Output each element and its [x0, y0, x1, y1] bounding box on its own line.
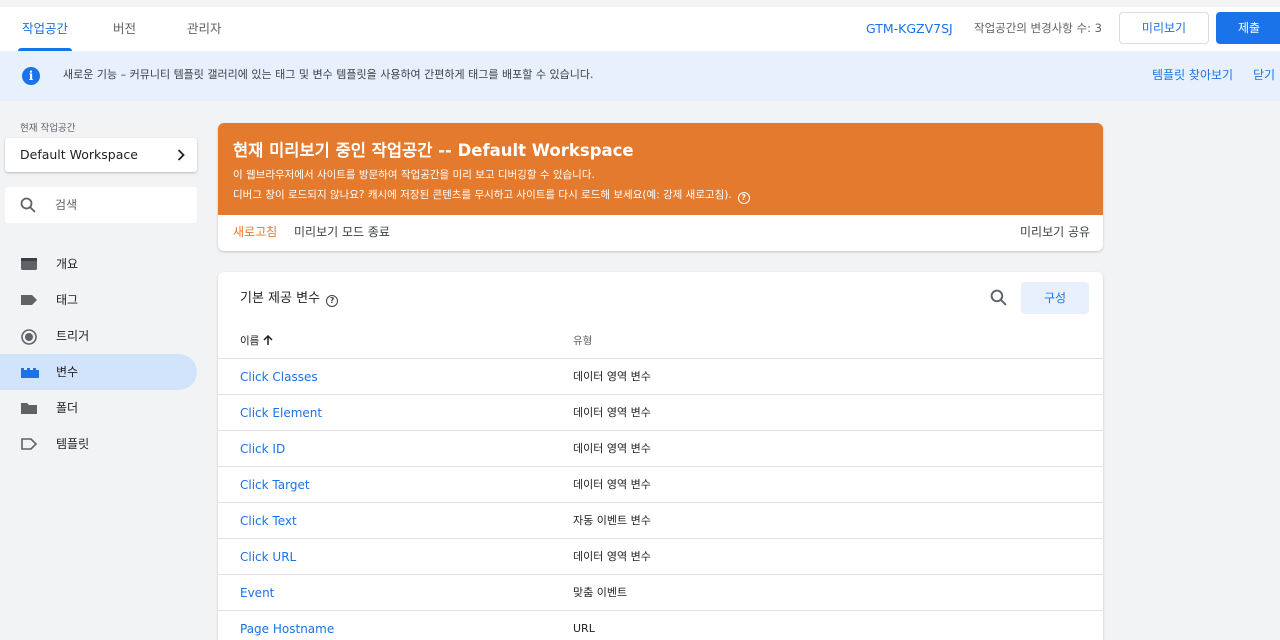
preview-header: 현재 미리보기 중인 작업공간 -- Default Workspace 이 웹…	[218, 123, 1103, 215]
sidebar-item-overview[interactable]: 개요	[0, 246, 197, 282]
tab-workspace[interactable]: 작업공간	[17, 7, 73, 51]
sidebar-item-tags[interactable]: 태그	[0, 282, 197, 318]
top-nav-bar: 작업공간 버전 관리자 GTM-KGZV7SJ 작업공간의 변경사항 수: 3 …	[0, 0, 1280, 51]
sidebar-item-label: 개요	[56, 257, 79, 271]
table-row: Page Hostname URL	[218, 610, 1103, 640]
preview-actions: 새로고침 미리보기 모드 종료 미리보기 공유	[218, 215, 1103, 251]
submit-button[interactable]: 제출	[1216, 12, 1280, 44]
variable-type: URL	[573, 622, 595, 635]
overview-icon	[21, 258, 37, 270]
variable-name-link[interactable]: Click Element	[240, 395, 322, 431]
variable-name-link[interactable]: Click URL	[240, 539, 296, 575]
sidebar-item-folders[interactable]: 폴더	[0, 390, 197, 426]
table-row: Click URL 데이터 영역 변수	[218, 538, 1103, 574]
variable-name-link[interactable]: Event	[240, 575, 274, 611]
variable-type: 데이터 영역 변수	[573, 442, 651, 455]
sidebar-item-label: 폴더	[56, 401, 79, 415]
variable-type: 맞춤 이벤트	[573, 586, 628, 599]
tab-admin[interactable]: 관리자	[187, 7, 222, 51]
preview-title: 현재 미리보기 중인 작업공간 -- Default Workspace	[233, 141, 634, 160]
help-icon[interactable]: ?	[737, 192, 750, 204]
workspace-name: Default Workspace	[20, 147, 138, 162]
trigger-icon	[21, 329, 37, 345]
variable-type: 자동 이벤트 변수	[573, 514, 651, 527]
column-header-name-label: 이름	[240, 335, 260, 347]
chevron-right-icon	[177, 149, 185, 161]
configure-button[interactable]: 구성	[1021, 282, 1089, 314]
table-row: Click Text 자동 이벤트 변수	[218, 502, 1103, 538]
builtin-variables-title-text: 기본 제공 변수	[240, 291, 321, 306]
refresh-link[interactable]: 새로고침	[233, 215, 277, 250]
preview-description: 이 웹브라우저에서 사이트를 방문하여 작업공간을 미리 보고 디버깅할 수 있…	[233, 169, 595, 181]
table-row: Click Element 데이터 영역 변수	[218, 394, 1103, 430]
info-icon: i	[22, 67, 40, 85]
builtin-variables-card: 기본 제공 변수? 구성 이름 유형 Click Classes 데이터 영역 변…	[218, 272, 1103, 640]
sidebar-item-label: 태그	[56, 293, 79, 307]
sidebar-item-triggers[interactable]: 트리거	[0, 318, 197, 354]
preview-debug-hint: 디버그 창이 로드되지 않나요? 캐시에 저장된 콘텐츠를 무시하고 사이트를 …	[233, 187, 750, 204]
sidebar-item-label: 템플릿	[56, 437, 90, 451]
preview-mode-card: 현재 미리보기 중인 작업공간 -- Default Workspace 이 웹…	[218, 123, 1103, 251]
workspace-caption: 현재 작업공간	[20, 123, 76, 134]
template-icon	[21, 438, 37, 450]
variables-table: Click Classes 데이터 영역 변수 Click Element 데이터 …	[218, 358, 1103, 640]
variable-name-link[interactable]: Click Target	[240, 467, 310, 503]
table-row: Event 맞춤 이벤트	[218, 574, 1103, 610]
explore-templates-link[interactable]: 템플릿 찾아보기	[1152, 51, 1233, 100]
sort-arrow-up-icon	[263, 335, 273, 345]
variable-type: 데이터 영역 변수	[573, 370, 651, 383]
search-icon	[20, 197, 36, 213]
builtin-variables-title: 기본 제공 변수?	[240, 287, 339, 307]
folder-icon	[21, 403, 37, 414]
share-preview-link[interactable]: 미리보기 공유	[1020, 215, 1090, 250]
banner-message: 새로운 기능 – 커뮤니티 템플릿 갤러리에 있는 태그 및 변수 템플릿을 사…	[63, 68, 594, 81]
variable-name-link[interactable]: Page Hostname	[240, 611, 334, 640]
search-icon[interactable]	[990, 289, 1007, 306]
workspace-changes-count: 작업공간의 변경사항 수: 3	[974, 21, 1102, 35]
container-id-link[interactable]: GTM-KGZV7SJ	[866, 7, 953, 51]
sidebar-search[interactable]	[5, 187, 197, 223]
variable-name-link[interactable]: Click Classes	[240, 359, 318, 395]
workspace-selector[interactable]: Default Workspace	[5, 138, 197, 172]
search-input[interactable]	[55, 187, 191, 223]
banner-close-link[interactable]: 닫기	[1253, 51, 1275, 100]
sidebar-item-templates[interactable]: 템플릿	[0, 426, 197, 462]
info-banner: i 새로운 기능 – 커뮤니티 템플릿 갤러리에 있는 태그 및 변수 템플릿을…	[0, 51, 1280, 101]
preview-debug-hint-text: 디버그 창이 로드되지 않나요? 캐시에 저장된 콘텐츠를 무시하고 사이트를 …	[233, 189, 732, 201]
tag-icon	[21, 295, 37, 305]
variable-type: 데이터 영역 변수	[573, 406, 651, 419]
variable-name-link[interactable]: Click Text	[240, 503, 297, 539]
variable-type: 데이터 영역 변수	[573, 550, 651, 563]
variable-type: 데이터 영역 변수	[573, 478, 651, 491]
sidebar-item-variables[interactable]: 변수	[0, 354, 197, 390]
column-header-type[interactable]: 유형	[573, 324, 592, 358]
preview-button[interactable]: 미리보기	[1119, 12, 1209, 44]
table-row: Click Classes 데이터 영역 변수	[218, 358, 1103, 394]
tab-versions[interactable]: 버전	[113, 7, 136, 51]
table-row: Click Target 데이터 영역 변수	[218, 466, 1103, 502]
table-row: Click ID 데이터 영역 변수	[218, 430, 1103, 466]
exit-preview-link[interactable]: 미리보기 모드 종료	[294, 215, 390, 250]
variable-name-link[interactable]: Click ID	[240, 431, 285, 467]
sidebar-item-label: 트리거	[56, 329, 90, 343]
column-header-name[interactable]: 이름	[240, 324, 273, 358]
sidebar-item-label: 변수	[56, 365, 79, 379]
variable-icon	[21, 368, 39, 378]
help-icon[interactable]: ?	[326, 295, 339, 307]
